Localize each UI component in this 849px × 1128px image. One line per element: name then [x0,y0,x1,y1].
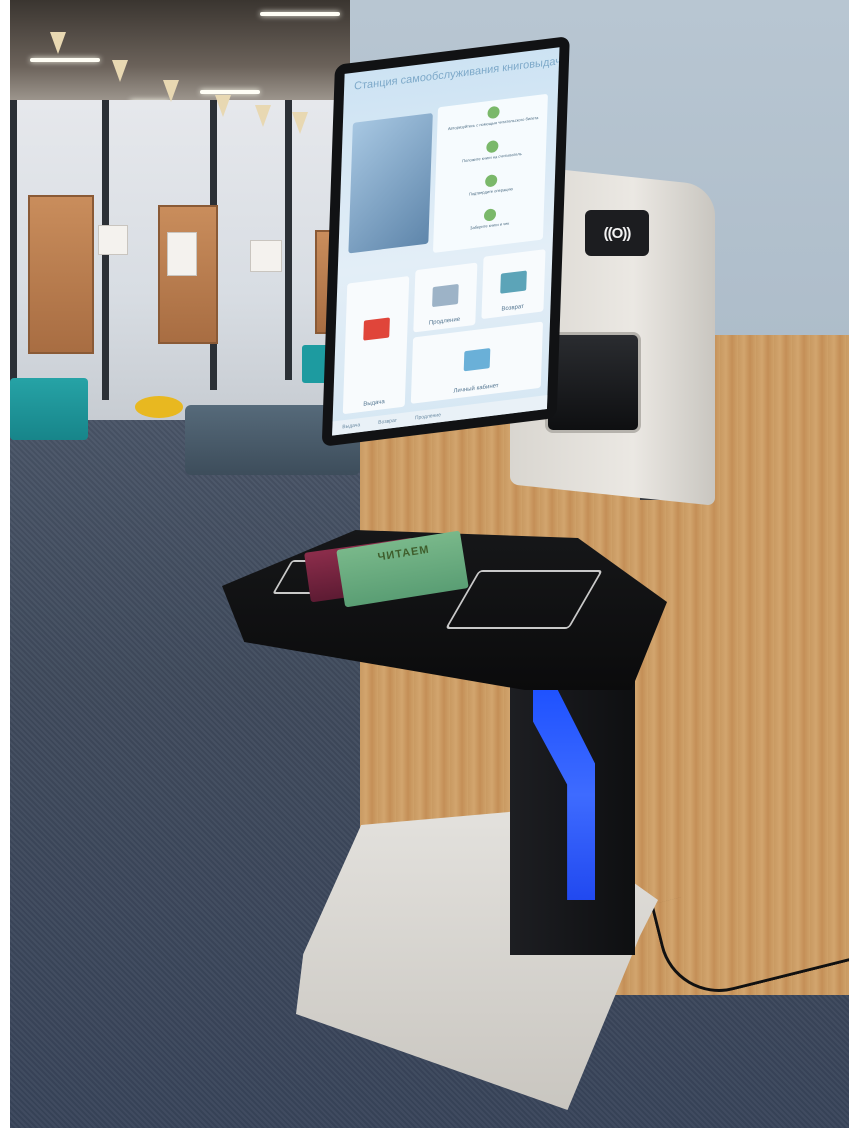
footer-item[interactable]: Возврат [378,418,397,426]
kiosk-touchscreen[interactable]: Станция самообслуживания книговыдачи Авт… [321,36,570,447]
barcode-scanner[interactable] [545,332,641,433]
step-icon [487,105,500,120]
account-icon [463,347,491,372]
glass-frame [10,100,17,410]
yellow-stool [135,396,183,418]
teal-ottoman [10,378,88,440]
library-logo-icon [363,317,390,341]
pennant-garland [163,80,179,102]
ceiling-light [260,12,340,16]
pennant-garland [50,32,66,54]
rfid-zone-outline [444,570,604,629]
pennant-garland [292,112,308,134]
step-item: Подтвердите операцию [443,169,540,200]
step-item: Заберите книги и чек [442,203,539,234]
step-icon [483,208,497,222]
renew-icon [432,283,459,307]
pennant-garland [215,95,231,117]
step-icon [486,139,499,154]
pennant-garland [255,105,271,127]
ceiling-light [30,58,100,62]
kiosk-photo: ((O)) Станция самообслуживания книговыда… [0,0,849,1128]
screen-display: Станция самообслуживания книговыдачи Авт… [332,47,560,436]
screen-steps-panel: Авторизуйтесь с помощью читательского би… [432,93,548,254]
tile-return[interactable]: Возврат [481,249,546,320]
return-icon [500,270,527,294]
tile-personal-account[interactable]: Личный кабинет [410,321,544,404]
nfc-reader-icon[interactable]: ((O)) [585,210,649,256]
footer-item[interactable]: Выдача [342,422,360,430]
wooden-door [28,195,94,354]
nfc-symbol: ((O)) [603,224,632,242]
footer-item[interactable]: Продление [415,412,441,421]
wall-poster [98,225,128,255]
step-icon [484,174,498,188]
tile-checkout[interactable]: Выдача [342,275,410,415]
step-item: Положите книги на считыватель [444,135,541,166]
book-cover-title: ЧИТАЕМ [376,543,431,564]
screen-illustration [348,112,433,254]
pennant-garland [112,60,128,82]
step-item: Авторизуйтесь с помощью читательского би… [445,101,542,132]
wall-poster [250,240,282,272]
tile-renew[interactable]: Продление [413,262,478,333]
wall-poster [167,232,197,276]
screen-title: Станция самообслуживания книговыдачи [353,55,560,93]
ceiling-light [200,90,260,94]
glass-frame [285,100,292,380]
